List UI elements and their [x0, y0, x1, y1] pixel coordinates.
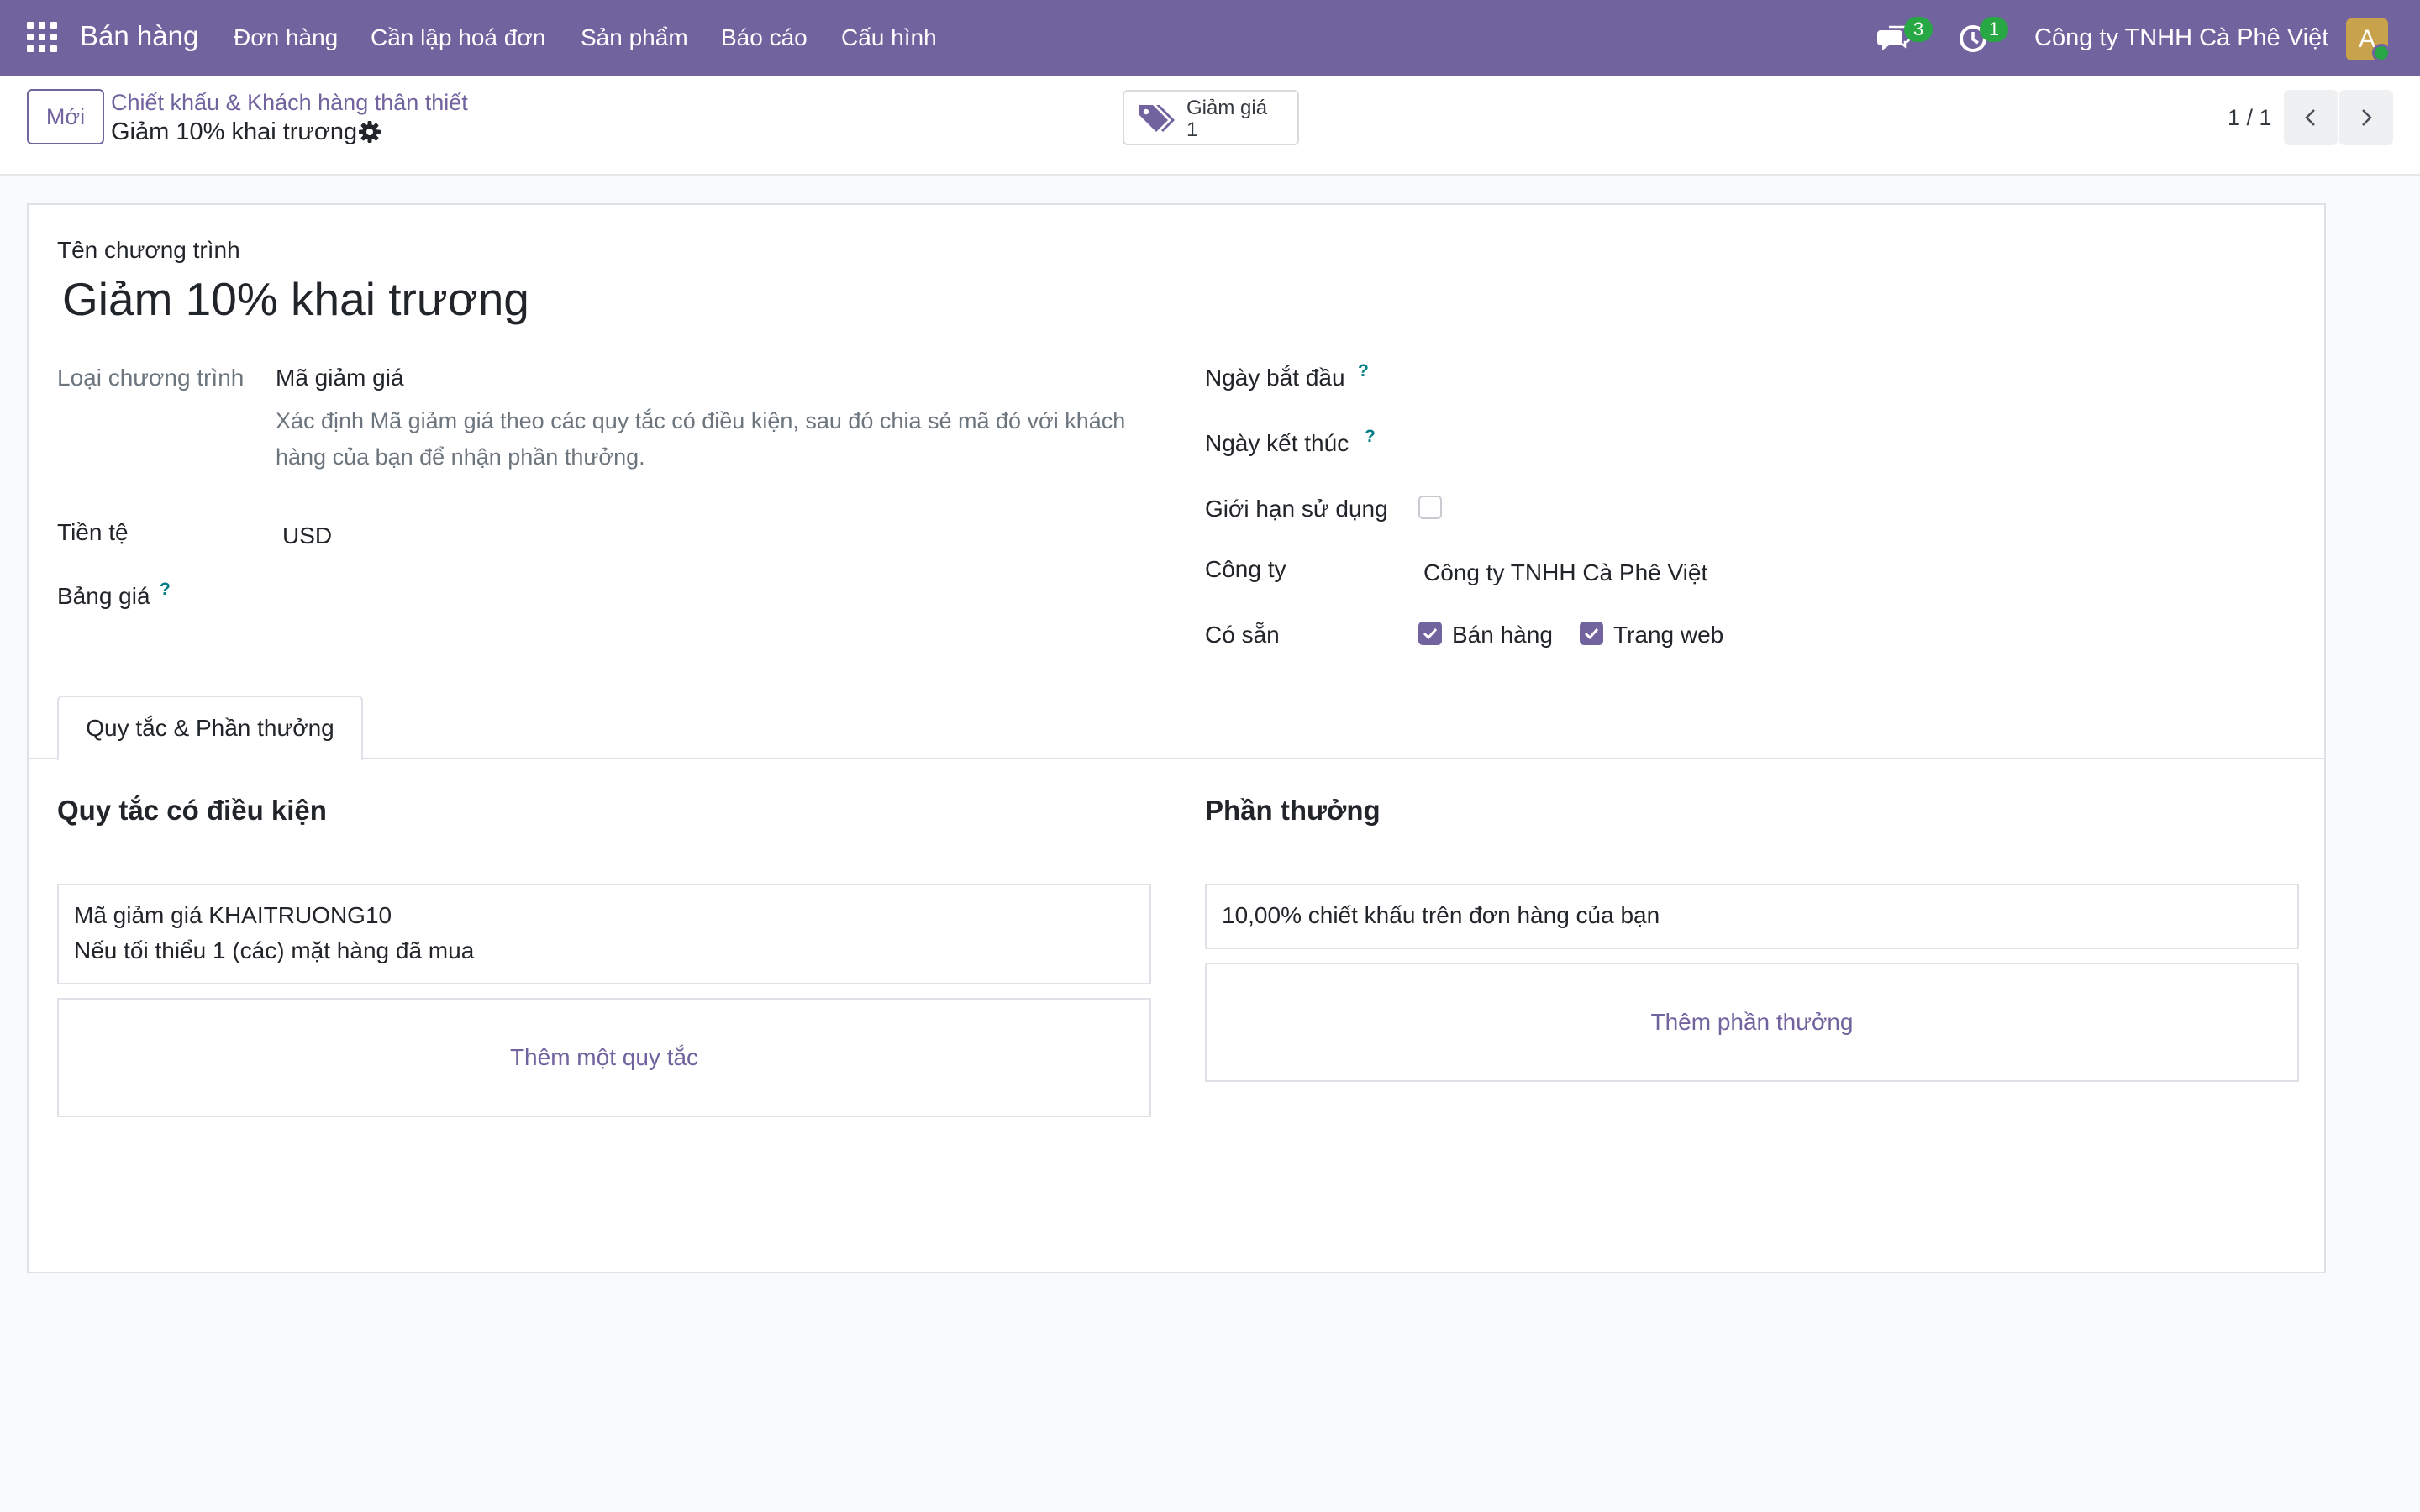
tags-icon: [1138, 102, 1175, 135]
end-date-help-icon[interactable]: ?: [1365, 427, 1376, 447]
usage-limit-label: Giới hạn sử dụng: [1205, 496, 1388, 522]
new-button[interactable]: Mới: [27, 89, 104, 144]
rule-card[interactable]: Mã giảm giá KHAITRUONG10 Nếu tối thiểu 1…: [57, 884, 1151, 984]
program-type-description: Xác định Mã giảm giá theo các quy tắc có…: [276, 408, 1126, 470]
check-icon: [1423, 627, 1438, 640]
menu-item-to-invoice[interactable]: Cần lập hoá đơn: [371, 24, 545, 51]
usage-limit-checkbox[interactable]: [1418, 496, 1442, 519]
start-date-field[interactable]: [1418, 358, 2292, 395]
chevron-right-icon: [2362, 109, 2372, 126]
menu-item-orders[interactable]: Đơn hàng: [234, 24, 338, 51]
end-date-field[interactable]: [1418, 423, 2292, 460]
pager-previous-button[interactable]: [2284, 90, 2338, 145]
currency-field[interactable]: USD: [282, 522, 332, 549]
reward-line: 10,00% chiết khấu trên đơn hàng của bạn: [1222, 902, 1660, 928]
tabs-divider: [29, 758, 2324, 759]
available-website-checkbox[interactable]: [1580, 622, 1603, 645]
pager-next-button[interactable]: [2339, 90, 2393, 145]
rules-section-title: Quy tắc có điều kiện: [57, 795, 327, 826]
available-website-label: Trang web: [1613, 622, 1724, 648]
company-label: Công ty: [1205, 556, 1286, 582]
program-type-value: Mã giảm giá: [276, 365, 404, 391]
form-sheet: Tên chương trình Giảm 10% khai trương Lo…: [27, 203, 2326, 1273]
activities-badge: 1: [1980, 17, 2008, 42]
pricelist-field[interactable]: [276, 575, 1150, 612]
apps-menu-icon[interactable]: [27, 22, 60, 55]
menu-item-configuration[interactable]: Cấu hình: [841, 24, 937, 51]
tab-rules-rewards[interactable]: Quy tắc & Phần thưởng: [57, 696, 363, 761]
company-field[interactable]: Công ty TNHH Cà Phê Việt: [1423, 559, 1707, 586]
end-date-label: Ngày kết thúc: [1205, 430, 1349, 456]
available-on-label: Có sẵn: [1205, 622, 1280, 648]
program-name-field[interactable]: Giảm 10% khai trương: [62, 272, 529, 326]
breadcrumb-parent-link[interactable]: Chiết khấu & Khách hàng thân thiết: [111, 90, 468, 116]
smart-button-count: 1: [1186, 118, 1198, 141]
chevron-left-icon: [2305, 109, 2315, 126]
available-sales-label: Bán hàng: [1452, 622, 1553, 648]
rewards-section-title: Phần thưởng: [1205, 795, 1381, 826]
add-rule-button[interactable]: Thêm một quy tắc: [57, 998, 1151, 1117]
start-date-help-icon[interactable]: ?: [1358, 361, 1369, 381]
available-sales-checkbox[interactable]: [1418, 622, 1442, 645]
smart-button-label: Giảm giá: [1186, 97, 1268, 119]
currency-label: Tiền tệ: [57, 519, 129, 545]
pricelist-label: Bảng giá: [57, 583, 150, 609]
program-type-label: Loại chương trình: [57, 365, 245, 391]
presence-status-icon: [2372, 44, 2391, 62]
control-panel: Mới Chiết khấu & Khách hàng thân thiết G…: [0, 76, 2420, 176]
messages-badge: 3: [1904, 17, 1933, 42]
menu-item-reporting[interactable]: Báo cáo: [721, 24, 808, 51]
program-name-label: Tên chương trình: [57, 237, 240, 263]
menu-item-products[interactable]: Sản phẩm: [581, 24, 688, 51]
breadcrumb-current: Giảm 10% khai trương: [111, 118, 358, 145]
company-switcher[interactable]: Công ty TNHH Cà Phê Việt: [2034, 24, 2328, 52]
top-navbar: Bán hàng Đơn hàng Cần lập hoá đơn Sản ph…: [0, 0, 2420, 76]
check-icon: [1584, 627, 1599, 640]
rule-condition-line: Nếu tối thiểu 1 (các) mặt hàng đã mua: [74, 937, 475, 963]
reward-card[interactable]: 10,00% chiết khấu trên đơn hàng của bạn: [1205, 884, 2299, 949]
add-reward-button[interactable]: Thêm phần thưởng: [1205, 963, 2299, 1082]
pager-value[interactable]: 1 / 1: [2228, 105, 2272, 131]
discount-smart-button[interactable]: Giảm giá 1: [1123, 90, 1299, 145]
rule-code-line: Mã giảm giá KHAITRUONG10: [74, 902, 392, 928]
gear-icon[interactable]: [358, 120, 381, 144]
app-title[interactable]: Bán hàng: [80, 20, 198, 52]
start-date-label: Ngày bắt đầu: [1205, 365, 1345, 391]
pricelist-help-icon[interactable]: ?: [160, 580, 171, 600]
